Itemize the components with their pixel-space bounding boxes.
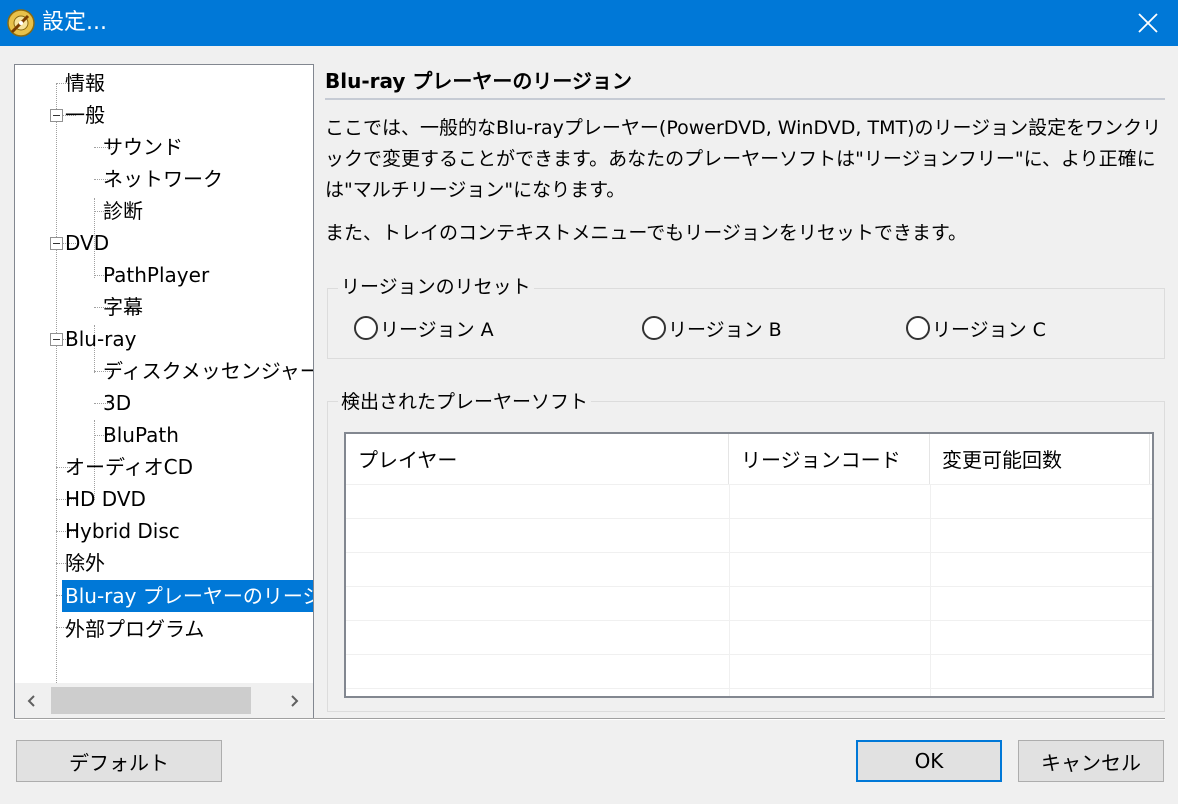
collapse-icon[interactable] [50,237,63,250]
close-icon [1138,13,1158,33]
tree-line [56,83,57,695]
tray-note-text: また、トレイのコンテキストメニューでもリージョンをリセットできます。 [325,222,968,244]
page-title: Blu-ray プレーヤーのリージョン [325,69,632,93]
collapse-icon[interactable] [50,109,63,122]
tree-content: 情報 一般 サウンド ネットワーク 診断 DVD PathPlayer 字幕 B… [15,65,313,695]
title-divider [325,98,1165,100]
tree-item-sound[interactable]: サウンド [103,131,183,163]
radio-circle [906,316,930,340]
tree-item-network[interactable]: ネットワーク [103,163,223,195]
region-reset-group-label: リージョンのリセット [338,274,534,300]
tree-item-subtitles[interactable]: 字幕 [103,291,143,323]
tree-item-disc-messenger[interactable]: ディスクメッセンジャー [103,355,313,387]
table-row [346,518,1152,552]
close-button[interactable] [1118,0,1178,46]
tree-item-pathplayer[interactable]: PathPlayer [103,259,209,291]
tree-item-bluray[interactable]: Blu-ray [65,323,136,355]
window-title: 設定... [42,10,107,35]
tree-item-audio-cd[interactable]: オーディオCD [65,451,193,483]
tree-item-info[interactable]: 情報 [65,67,105,99]
table-row [346,484,1152,518]
tree-item-external-programs[interactable]: 外部プログラム [65,613,204,645]
region-b-radio[interactable]: リージョン B [642,313,782,343]
region-c-label: リージョン C [932,318,1046,341]
scroll-left-button[interactable] [15,683,49,718]
collapse-icon[interactable] [50,333,63,346]
app-icon [7,9,35,37]
footer-divider-highlight [14,719,1165,720]
tree-item-exclusions[interactable]: 除外 [65,547,105,579]
tree-item-dvd[interactable]: DVD [65,227,109,259]
description-text: ここでは、一般的なBlu-rayプレーヤー(PowerDVD, WinDVD, … [325,117,1162,201]
table-row [346,654,1152,688]
tree-item-blupath[interactable]: BluPath [103,419,179,451]
title-bar: 設定... [0,0,1178,46]
table-row [346,586,1152,620]
region-b-label: リージョン B [668,318,782,341]
region-a-radio[interactable]: リージョン A [354,313,494,343]
column-header-player[interactable]: プレイヤー [346,434,729,484]
chevron-right-icon [291,694,299,707]
tree-item-hybrid-disc[interactable]: Hybrid Disc [65,515,180,547]
detected-players-group-label: 検出されたプレーヤーソフト [338,389,592,415]
table-row [346,688,1152,696]
tree-item-3d[interactable]: 3D [103,387,131,419]
column-header-region-code[interactable]: リージョンコード [729,434,930,484]
tree-horizontal-scrollbar[interactable] [15,683,313,718]
column-header-change-count[interactable]: 変更可能回数 [930,434,1150,484]
tree-item-diagnostics[interactable]: 診断 [103,195,143,227]
settings-tree[interactable]: 情報 一般 サウンド ネットワーク 診断 DVD PathPlayer 字幕 B… [14,64,314,719]
ok-button[interactable]: OK [856,740,1002,782]
tree-item-bluray-player-region[interactable]: Blu-ray プレーヤーのリージ [62,580,313,612]
radio-circle [642,316,666,340]
tree-item-general[interactable]: 一般 [65,99,105,131]
region-c-radio[interactable]: リージョン C [906,313,1046,343]
region-a-label: リージョン A [380,318,494,341]
table-row [346,620,1152,654]
scroll-right-button[interactable] [277,683,311,718]
table-header: プレイヤー リージョンコード 変更可能回数 [346,434,1152,484]
detected-players-table[interactable]: プレイヤー リージョンコード 変更可能回数 [344,432,1154,698]
chevron-left-icon [27,694,35,707]
table-row [346,552,1152,586]
tree-item-hd-dvd[interactable]: HD DVD [65,483,146,515]
cancel-button[interactable]: キャンセル [1018,740,1164,782]
default-button[interactable]: デフォルト [16,740,222,782]
scroll-thumb[interactable] [51,687,251,714]
radio-circle [354,316,378,340]
